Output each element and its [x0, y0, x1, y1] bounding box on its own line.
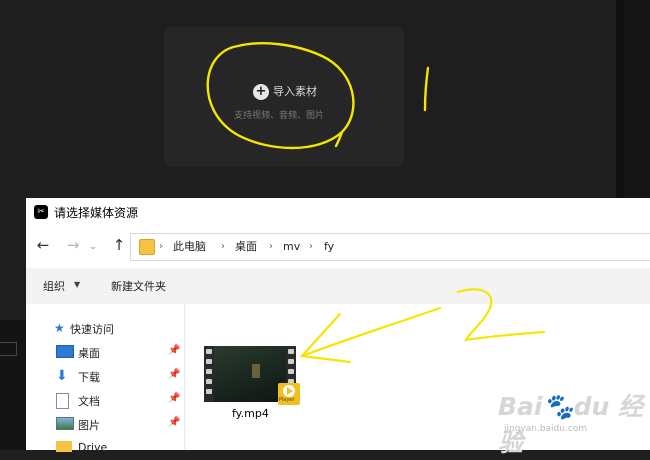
history-dropdown-icon[interactable]: ⌄	[84, 238, 102, 256]
panel-divider[interactable]	[616, 0, 624, 198]
sidebar-item-quick-access[interactable]: ★ 快速访问	[50, 318, 184, 340]
breadcrumb-this-pc[interactable]: 此电脑	[173, 239, 206, 255]
sidebar-item-label: Drive	[78, 441, 108, 454]
forward-arrow-icon[interactable]: →	[64, 236, 82, 254]
navigation-bar: ← → ⌄ ↑ › 此电脑 › 桌面 › mv › fy	[26, 226, 650, 268]
player-app-icon: Player	[278, 383, 300, 405]
plus-icon[interactable]: +	[253, 84, 269, 100]
new-folder-button[interactable]: 新建文件夹	[111, 278, 166, 294]
download-icon: ⬇	[56, 368, 68, 384]
pin-icon[interactable]: 📌	[168, 393, 180, 404]
breadcrumb-separator[interactable]: ›	[269, 239, 273, 255]
pin-icon[interactable]: 📌	[168, 417, 180, 428]
star-icon: ★	[54, 321, 65, 335]
organize-button[interactable]: 组织	[43, 278, 65, 294]
back-arrow-icon[interactable]: ←	[34, 236, 52, 254]
watermark-url: jingyan.baidu.com	[504, 424, 588, 434]
breadcrumb-fy[interactable]: fy	[324, 239, 334, 255]
up-arrow-icon[interactable]: ↑	[110, 236, 128, 254]
sidebar-item-label: 文档	[78, 395, 100, 408]
file-name[interactable]: fy.mp4	[232, 407, 269, 420]
sidebar-item-label: 图片	[78, 419, 100, 432]
sidebar-item-desktop[interactable]: 桌面 📌	[50, 342, 184, 364]
sidebar-item-downloads[interactable]: ⬇ 下载 📌	[50, 366, 184, 388]
desktop-icon	[56, 345, 74, 358]
watermark-logo: Bai🐾du 经验	[498, 392, 644, 457]
dialog-toolbar: 组织 ▼ 新建文件夹	[26, 268, 650, 305]
folder-icon	[139, 239, 155, 255]
filmstrip-icon	[204, 346, 214, 402]
pictures-icon	[56, 417, 74, 430]
pin-icon[interactable]: 📌	[168, 345, 180, 356]
capcut-icon: ✂	[34, 205, 48, 219]
breadcrumb-separator[interactable]: ›	[309, 239, 313, 255]
sidebar-item-drive[interactable]: Drive	[50, 438, 184, 460]
breadcrumb-separator[interactable]: ›	[159, 239, 163, 255]
sidebar-item-label: 桌面	[78, 347, 100, 360]
import-hint: 支持视频、音频、图片	[234, 111, 325, 121]
panel-handle[interactable]	[0, 342, 17, 356]
chevron-down-icon[interactable]: ▼	[74, 280, 80, 289]
breadcrumb-desktop[interactable]: 桌面	[235, 239, 257, 255]
video-frame	[214, 346, 286, 402]
address-bar[interactable]: › 此电脑 › 桌面 › mv › fy	[130, 233, 650, 261]
sidebar-item-pictures[interactable]: 图片 📌	[50, 414, 184, 436]
dialog-title: 请选择媒体资源	[54, 206, 139, 220]
dialog-titlebar: ✂ 请选择媒体资源	[26, 198, 650, 226]
breadcrumb-separator[interactable]: ›	[221, 239, 225, 255]
document-icon	[56, 393, 69, 409]
folder-icon	[56, 441, 72, 452]
left-panel	[0, 320, 26, 450]
sidebar-item-label: 快速访问	[70, 323, 114, 336]
sidebar-item-label: 下载	[78, 371, 100, 384]
pin-icon[interactable]: 📌	[168, 369, 180, 380]
navigation-pane: ★ 快速访问 桌面 📌 ⬇ 下载 📌 文档 📌 图片 📌 Drive	[26, 304, 185, 454]
player-badge-label: Player	[279, 397, 295, 403]
import-media-label[interactable]: 导入素材	[273, 84, 317, 100]
sidebar-item-documents[interactable]: 文档 📌	[50, 390, 184, 412]
breadcrumb-mv[interactable]: mv	[283, 239, 300, 255]
